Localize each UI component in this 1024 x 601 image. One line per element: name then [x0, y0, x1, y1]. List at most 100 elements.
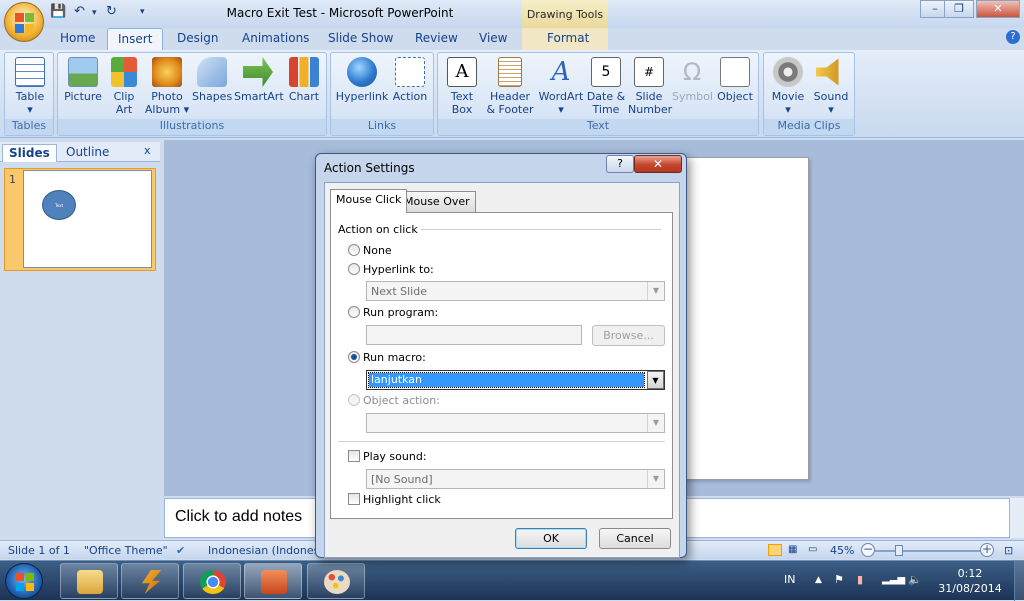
action-center-flag-icon[interactable]: ⚑ [834, 573, 844, 586]
slide-number-button[interactable]: # Slide Number [628, 57, 672, 116]
symbol-button[interactable]: Ω Symbol [672, 57, 713, 103]
slide-sorter-icon[interactable]: ▦ [788, 544, 797, 555]
hyperlink-dropdown[interactable]: Next Slide ▼ [366, 281, 665, 301]
tab-insert[interactable]: Insert [107, 28, 164, 50]
normal-view-icon[interactable] [768, 544, 782, 556]
group-label-media-clips: Media Clips [764, 119, 854, 135]
close-button[interactable]: ✕ [976, 0, 1020, 18]
movie-button[interactable]: Movie ▾ [768, 57, 808, 116]
table-button[interactable]: Table ▾ [11, 57, 49, 116]
volume-icon[interactable]: 🔈 [908, 573, 922, 586]
radio-hyperlink[interactable] [348, 263, 360, 275]
hyperlink-label: Hyperlink [335, 90, 389, 103]
drawing-tools-label: Drawing Tools [522, 0, 608, 28]
tab-slide-show[interactable]: Slide Show [328, 31, 393, 45]
smartart-button[interactable]: SmartArt [234, 57, 284, 103]
omega-icon: Ω [682, 58, 702, 86]
object-label: Object [717, 90, 753, 103]
tab-animations[interactable]: Animations [242, 31, 309, 45]
text-box-button[interactable]: A Text Box [442, 57, 482, 116]
tab-format[interactable]: Format [547, 31, 589, 45]
tab-outline[interactable]: Outline [60, 144, 115, 162]
show-desktop-button[interactable] [1014, 561, 1024, 601]
fit-to-window-icon[interactable]: ⊡ [1004, 544, 1013, 557]
network-signal-icon[interactable]: ▂▃▅ [882, 574, 905, 585]
taskbar-powerpoint[interactable] [244, 563, 302, 599]
picture-button[interactable]: Picture [62, 57, 104, 103]
shapes-button[interactable]: Shapes [192, 57, 232, 103]
tab-home[interactable]: Home [60, 31, 95, 45]
sound-dropdown[interactable]: [No Sound] ▼ [366, 469, 665, 489]
tab-mouse-over[interactable]: Mouse Over [398, 191, 476, 212]
clip-art-button[interactable]: Clip Art [108, 57, 140, 116]
taskbar-explorer[interactable] [60, 563, 118, 599]
start-button[interactable] [5, 563, 43, 599]
restore-button[interactable]: ❐ [944, 0, 974, 18]
tab-design[interactable]: Design [177, 31, 218, 45]
action-settings-dialog: Action Settings ? ✕ Mouse Click Mouse Ov… [315, 153, 687, 558]
sound-button[interactable]: Sound ▾ [810, 57, 852, 116]
slide-thumbnail[interactable] [23, 170, 152, 268]
chart-label: Chart [288, 90, 320, 103]
wordart-button[interactable]: A WordArt ▾ [536, 57, 586, 116]
clock[interactable]: 0:12 31/08/2014 [930, 566, 1010, 596]
hyperlink-dropdown-value: Next Slide [371, 285, 427, 298]
browse-button[interactable]: Browse... [592, 325, 665, 346]
run-program-input[interactable] [366, 325, 582, 345]
dialog-title: Action Settings [324, 161, 415, 175]
tab-view[interactable]: View [479, 31, 507, 45]
office-button[interactable] [4, 2, 44, 42]
taskbar-chrome[interactable] [183, 563, 241, 599]
tray-expand-icon[interactable]: ▲ [815, 575, 822, 585]
chart-button[interactable]: Chart [286, 57, 322, 103]
radio-run-program[interactable] [348, 306, 360, 318]
header-footer-button[interactable]: Header & Footer [484, 57, 536, 116]
group-label-illustrations: Illustrations [58, 119, 326, 135]
taskbar-winamp[interactable] [121, 563, 179, 599]
highlight-click-checkbox[interactable] [348, 493, 360, 505]
film-reel-icon [773, 57, 803, 87]
cancel-button[interactable]: Cancel [599, 528, 671, 549]
hyperlink-chevron-down-icon: ▼ [647, 282, 664, 300]
tab-mouse-click[interactable]: Mouse Click [330, 189, 408, 213]
ok-button[interactable]: OK [515, 528, 587, 549]
zoom-in-icon[interactable]: + [980, 543, 994, 557]
language[interactable]: Indonesian (Indones [208, 544, 319, 557]
date-time-button[interactable]: 5 Date & Time [586, 57, 626, 116]
zoom-slider-track[interactable] [875, 550, 985, 552]
section-divider [421, 229, 661, 230]
text-box-label: Text Box [450, 90, 474, 116]
spellcheck-icon[interactable]: ✔ [176, 544, 185, 557]
smartart-label: SmartArt [234, 90, 284, 103]
notes-scrollbar[interactable] [1010, 498, 1024, 538]
help-icon[interactable]: ? [1006, 30, 1020, 44]
zoom-level[interactable]: 45% [830, 544, 854, 557]
tab-review[interactable]: Review [415, 31, 458, 45]
object-action-dropdown[interactable]: ▼ [366, 413, 665, 433]
action-button[interactable]: Action [391, 57, 429, 103]
photo-album-button[interactable]: Photo Album ▾ [144, 57, 190, 116]
slide-number-icon: # [634, 57, 664, 87]
radio-object-action[interactable] [348, 394, 360, 406]
action-star-icon [395, 57, 425, 87]
play-sound-checkbox[interactable] [348, 450, 360, 462]
picture-label: Picture [64, 90, 102, 103]
radio-none[interactable] [348, 244, 360, 256]
hyperlink-button[interactable]: Hyperlink [335, 57, 389, 103]
dialog-help-button[interactable]: ? [606, 155, 634, 173]
slide-show-icon[interactable]: ▭ [808, 544, 817, 555]
dialog-close-button[interactable]: ✕ [634, 155, 682, 173]
tray-language[interactable]: IN [784, 573, 795, 586]
zoom-out-icon[interactable]: − [861, 543, 875, 557]
group-text: A Text Box Header & Footer A WordArt ▾ 5… [437, 52, 759, 136]
power-icon[interactable]: ▮ [857, 573, 863, 586]
macro-dropdown[interactable]: lanjutkan ▼ [366, 370, 665, 390]
panel-close-icon[interactable]: x [144, 144, 151, 157]
object-button[interactable]: Object [714, 57, 756, 103]
taskbar-paint[interactable] [307, 563, 365, 599]
table-label: Table [15, 90, 45, 103]
radio-run-macro[interactable] [348, 351, 360, 363]
tab-slides[interactable]: Slides [2, 144, 57, 162]
photo-album-label: Photo Album ▾ [144, 90, 190, 116]
zoom-slider-thumb[interactable] [895, 545, 903, 556]
